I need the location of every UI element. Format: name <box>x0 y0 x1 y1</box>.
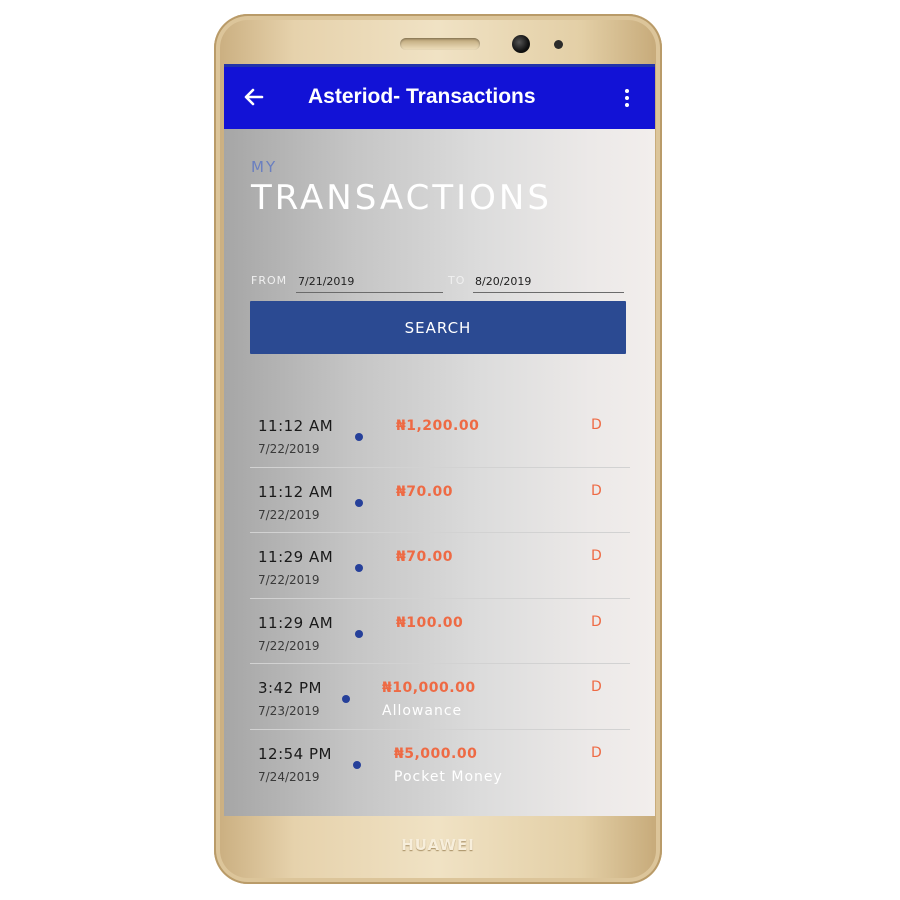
device-brand: HUAWEI <box>401 836 475 854</box>
front-camera <box>512 35 530 53</box>
transaction-time: 11:12 AM <box>258 417 334 435</box>
transaction-time: 11:29 AM <box>258 548 334 566</box>
page-title: TRANSACTIONS <box>251 178 552 218</box>
app-title: Asteriod- Transactions <box>308 85 536 108</box>
status-dot-icon <box>342 695 350 703</box>
header-prefix: MY <box>251 158 278 176</box>
transaction-row[interactable]: 11:29 AM 7/22/2019 ₦70.00 D <box>250 533 630 599</box>
transaction-time: 11:12 AM <box>258 482 334 501</box>
transaction-amount: ₦5,000.00 <box>394 745 478 762</box>
more-vertical-icon[interactable] <box>620 87 634 111</box>
transaction-type: D <box>591 548 602 564</box>
search-button[interactable]: SEARCH <box>250 301 626 354</box>
transaction-date: 7/22/2019 <box>258 638 320 653</box>
transaction-row[interactable]: 12:54 PM 7/24/2019 ₦5,000.00 Pocket Mone… <box>250 730 630 795</box>
to-label: TO <box>448 274 466 287</box>
status-dot-icon <box>355 564 363 572</box>
transaction-date: 7/22/2019 <box>258 573 320 587</box>
transaction-date: 7/24/2019 <box>258 769 320 784</box>
from-date-field[interactable] <box>296 270 443 293</box>
transaction-type: D <box>591 744 602 761</box>
to-date-field[interactable] <box>473 270 624 293</box>
transaction-date: 7/22/2019 <box>258 507 320 522</box>
transaction-amount: ₦100.00 <box>396 614 464 631</box>
transaction-amount: ₦1,200.00 <box>396 418 480 434</box>
transaction-description: Pocket Money <box>394 768 503 785</box>
status-dot-icon <box>355 433 363 441</box>
app-screen: Asteriod- Transactions MY TRANSACTIONS F… <box>224 64 655 816</box>
transaction-amount: ₦10,000.00 <box>382 680 476 696</box>
app-bar: Asteriod- Transactions <box>224 67 655 129</box>
transaction-row[interactable]: 11:29 AM 7/22/2019 ₦100.00 D <box>250 599 630 664</box>
transaction-time: 3:42 PM <box>258 679 322 697</box>
arrow-left-icon[interactable] <box>242 85 266 109</box>
transaction-date: 7/22/2019 <box>258 442 320 456</box>
transaction-amount: ₦70.00 <box>396 483 454 500</box>
earpiece-speaker <box>400 38 480 50</box>
status-dot-icon <box>355 629 363 638</box>
transaction-date: 7/23/2019 <box>258 704 320 718</box>
transaction-row[interactable]: 11:12 AM 7/22/2019 ₦1,200.00 D <box>250 402 630 468</box>
transaction-amount: ₦70.00 <box>396 549 454 565</box>
transaction-type: D <box>591 482 602 499</box>
status-dot-icon <box>353 760 361 769</box>
from-label: FROM <box>251 274 288 287</box>
transaction-description: Allowance <box>382 703 463 719</box>
proximity-sensor <box>554 40 563 49</box>
transaction-type: D <box>591 679 602 695</box>
transaction-time: 11:29 AM <box>258 613 334 632</box>
transaction-type: D <box>591 417 602 433</box>
transaction-list: 11:12 AM 7/22/2019 ₦1,200.00 D 11:12 AM … <box>250 402 630 794</box>
transaction-row[interactable]: 3:42 PM 7/23/2019 ₦10,000.00 Allowance D <box>250 664 630 730</box>
transaction-row[interactable]: 11:12 AM 7/22/2019 ₦70.00 D <box>250 468 630 533</box>
status-dot-icon <box>355 498 363 507</box>
date-range-filter: FROM TO <box>224 270 655 294</box>
transaction-time: 12:54 PM <box>258 744 332 763</box>
transaction-type: D <box>591 613 602 630</box>
